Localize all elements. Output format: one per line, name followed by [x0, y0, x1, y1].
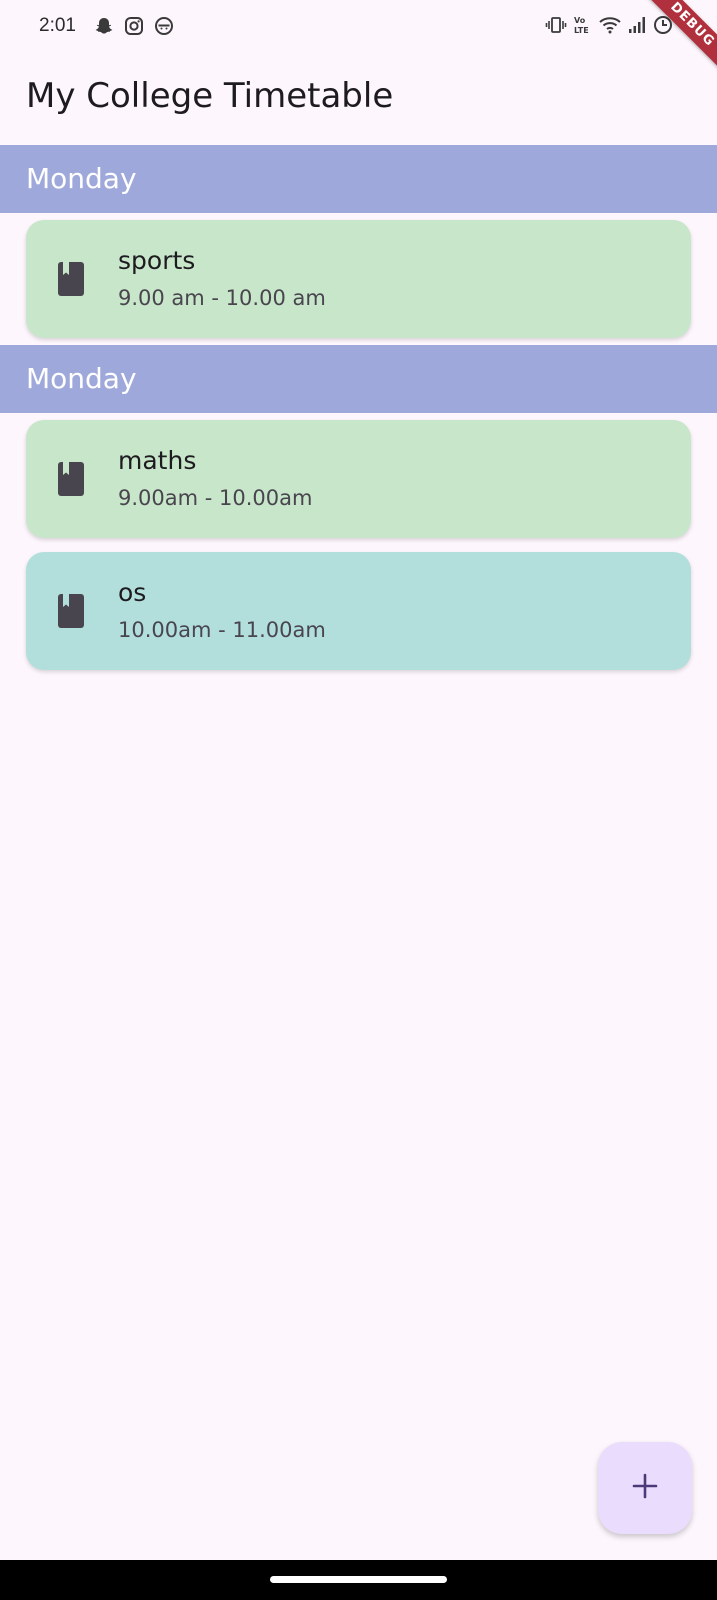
- app-bar: My College Timetable: [0, 54, 717, 144]
- book-icon: [58, 462, 84, 496]
- system-icons: Vo LTE: [545, 14, 673, 36]
- home-gesture-handle[interactable]: [270, 1576, 447, 1583]
- timetable-list[interactable]: Monday sports 9.00 am - 10.00 am Monday …: [0, 145, 717, 670]
- page-title: My College Timetable: [26, 76, 394, 116]
- system-navigation-bar: [0, 1560, 717, 1600]
- class-subject: maths: [118, 446, 197, 475]
- snapchat-icon: [94, 16, 114, 36]
- day-header: Monday: [0, 345, 717, 413]
- book-icon: [58, 262, 84, 296]
- status-bar: 2:01 Vo LTE: [0, 0, 717, 54]
- status-time: 2:01: [39, 15, 76, 36]
- add-icon: [631, 1472, 659, 1504]
- volte-icon: Vo LTE: [573, 14, 593, 36]
- book-icon: [58, 594, 84, 628]
- class-subject: os: [118, 578, 147, 607]
- instagram-icon: [124, 16, 144, 36]
- wifi-icon: [599, 15, 621, 35]
- class-subject: sports: [118, 246, 196, 275]
- class-time: 9.00am - 10.00am: [118, 486, 313, 510]
- class-card-os[interactable]: os 10.00am - 11.00am: [26, 552, 691, 670]
- signal-icon: [627, 15, 647, 35]
- svg-text:LTE: LTE: [574, 26, 589, 35]
- class-card-sports[interactable]: sports 9.00 am - 10.00 am: [26, 220, 691, 338]
- svg-text:Vo: Vo: [574, 16, 586, 25]
- day-group: Monday sports 9.00 am - 10.00 am: [0, 145, 717, 338]
- day-group: Monday maths 9.00am - 10.00am os 10.00am…: [0, 345, 717, 670]
- class-time: 10.00am - 11.00am: [118, 618, 326, 642]
- notification-icons: [94, 16, 174, 36]
- day-header: Monday: [0, 145, 717, 213]
- add-class-button[interactable]: [598, 1442, 692, 1534]
- class-card-maths[interactable]: maths 9.00am - 10.00am: [26, 420, 691, 538]
- class-time: 9.00 am - 10.00 am: [118, 286, 326, 310]
- app-icon: [154, 16, 174, 36]
- vibrate-icon: [545, 15, 567, 35]
